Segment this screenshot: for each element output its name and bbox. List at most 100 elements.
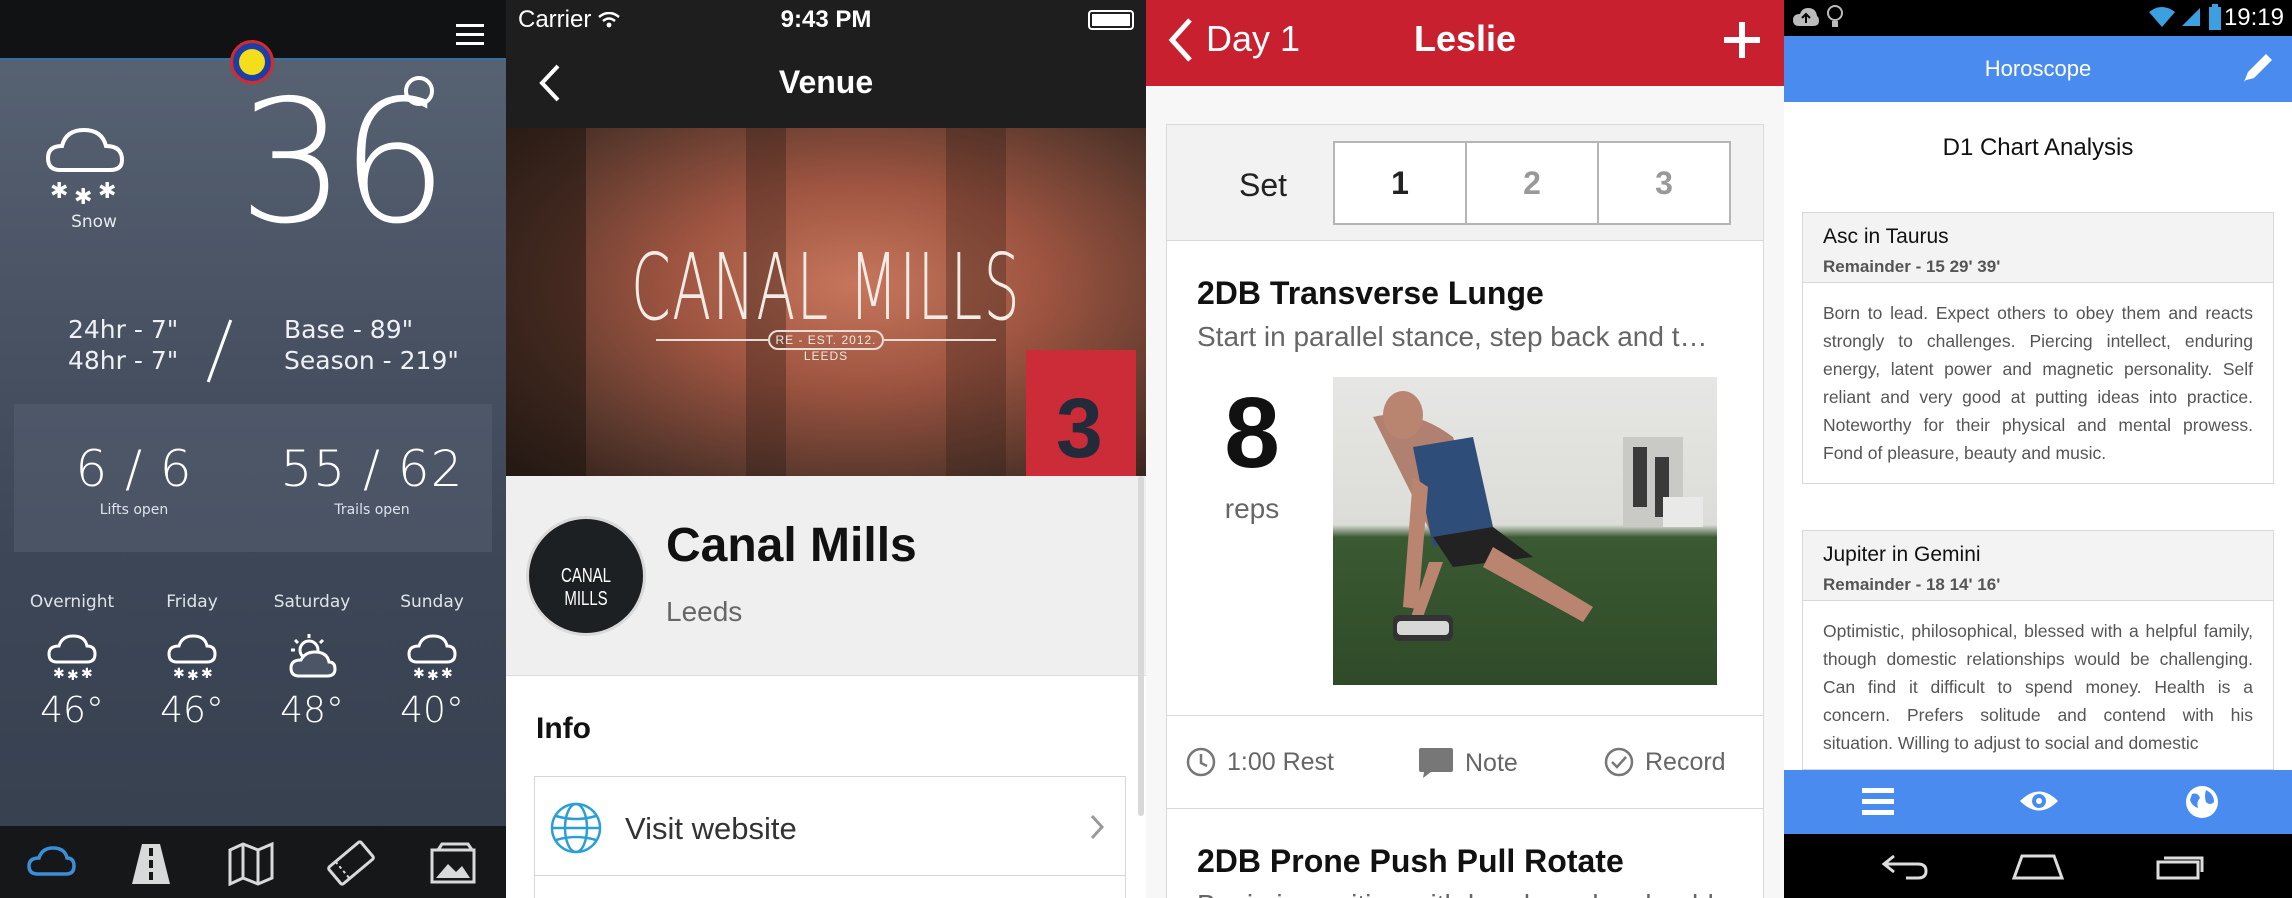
list-menu-icon[interactable] <box>1860 784 1896 818</box>
exercise-actions: 1:00 Rest Note Record <box>1167 715 1763 809</box>
forecast-item: Sunday ✱ ✱ ✱ 40° <box>382 592 482 731</box>
workout-header: Day 1 Leslie <box>1146 0 1784 86</box>
degree-symbol <box>404 76 434 106</box>
forecast-item: Saturday 48° <box>262 592 362 731</box>
snow-depth: Base - 89" Season - 219" <box>284 314 459 376</box>
svg-text:✱: ✱ <box>441 666 453 682</box>
home-icon[interactable] <box>2012 852 2064 880</box>
reps-display: 8 reps <box>1197 383 1307 525</box>
hero-subtitle-text: RE - EST. 2012. LEEDS <box>768 330 884 363</box>
svg-text:✱: ✱ <box>187 668 199 682</box>
venue-hero-image: CANAL MILLS RE - EST. 2012. LEEDS 3 <box>506 128 1146 476</box>
forecast-temp: 48° <box>280 690 344 731</box>
next-exercise-title[interactable]: 2DB Prone Push Pull Rotate <box>1197 843 1624 880</box>
set-button-2[interactable]: 2 <box>1465 141 1599 225</box>
snow-cloud-icon: ✱ ✱ ✱ <box>45 127 125 210</box>
svg-text:✱: ✱ <box>98 179 116 204</box>
ticket-icon[interactable] <box>326 840 376 886</box>
recent-apps-icon[interactable] <box>2156 852 2206 880</box>
lifts-stat: 6 / 6 Lifts open <box>34 440 234 518</box>
photo-icon[interactable] <box>428 840 478 886</box>
globe-icon[interactable] <box>2184 784 2220 820</box>
back-icon[interactable] <box>1880 852 1930 880</box>
workout-app: Day 1 Leslie Set 1 2 3 2DB Transverse Lu… <box>1146 0 1784 898</box>
venue-name: Canal Mills <box>666 519 917 572</box>
next-row[interactable] <box>534 876 1126 898</box>
svg-text:✱: ✱ <box>81 666 93 682</box>
svg-text:✱: ✱ <box>50 179 68 204</box>
lunge-figure-illustration <box>1373 391 1703 641</box>
card-header: Asc in Taurus Remainder - 15 29' 39' <box>1803 213 2273 283</box>
wifi-icon <box>2149 7 2175 27</box>
svg-text:✱: ✱ <box>173 666 185 682</box>
pencil-icon[interactable] <box>2238 48 2278 88</box>
snow-icon: ✱ ✱ ✱ <box>47 634 97 682</box>
set-label: Set <box>1239 167 1288 203</box>
hamburger-menu-icon[interactable] <box>456 24 484 46</box>
card-header: Jupiter in Gemini Remainder - 18 14' 16' <box>1803 531 2273 601</box>
lifts-value: 6 / 6 <box>75 440 193 498</box>
status-time: 19:19 <box>2223 4 2284 31</box>
forecast-day: Sunday <box>400 592 464 612</box>
trails-stat: 55 / 62 Trails open <box>272 440 472 518</box>
signal-icon <box>2182 8 2200 26</box>
weather-app: ✱ ✱ ✱ Snow 36 24hr - 7" 48hr - 7" Base - 8… <box>0 0 506 898</box>
hero-title: CANAL MILLS <box>631 234 1021 341</box>
exercise-card: Set 1 2 3 2DB Transverse Lunge Start in … <box>1166 124 1764 898</box>
forecast-day: Overnight <box>29 592 115 612</box>
trails-label: Trails open <box>334 502 410 518</box>
record-button[interactable]: Record <box>1603 746 1726 778</box>
current-condition: Snow <box>71 212 117 232</box>
analysis-card: Asc in Taurus Remainder - 15 29' 39' Bor… <box>1802 212 2274 484</box>
horoscope-bottom-nav <box>1784 770 2292 834</box>
page-title: Venue <box>778 64 874 100</box>
reps-unit: reps <box>1224 493 1280 524</box>
rest-label: 1:00 Rest <box>1227 747 1335 776</box>
add-icon[interactable] <box>1722 20 1762 60</box>
status-time: 9:43 PM <box>780 6 872 33</box>
svg-text:✱: ✱ <box>201 666 213 682</box>
road-icon[interactable] <box>126 840 176 886</box>
exercise-title[interactable]: 2DB Transverse Lunge <box>1197 275 1544 312</box>
chevron-right-icon <box>1090 814 1105 840</box>
weather-cloud-icon[interactable] <box>26 840 76 886</box>
rest-timer[interactable]: 1:00 Rest <box>1185 746 1334 778</box>
record-label: Record <box>1645 747 1726 776</box>
snow-48hr: 48hr - 7" <box>68 346 179 375</box>
exercise-description: Start in parallel stance, step back and … <box>1197 321 1708 352</box>
scrollbar[interactable] <box>1138 476 1144 816</box>
card-body: Optimistic, philosophical, blessed with … <box>1823 621 2253 753</box>
svg-text:✱: ✱ <box>413 666 425 682</box>
speech-bubble-icon <box>1419 748 1453 778</box>
globe-icon <box>550 802 602 854</box>
svg-text:✱: ✱ <box>427 668 439 682</box>
lightbulb-icon <box>1827 5 1843 27</box>
divider-slash <box>206 319 233 383</box>
ios-status-bar: Carrier 9:43 PM <box>506 0 1146 40</box>
note-button[interactable]: Note <box>1417 746 1518 780</box>
set-button-1[interactable]: 1 <box>1333 141 1467 225</box>
snow-base: Base - 89" <box>284 315 414 344</box>
card-subtitle: Remainder - 15 29' 39' <box>1823 257 2001 276</box>
card-title: Asc in Taurus <box>1823 225 1949 248</box>
eye-icon[interactable] <box>2018 784 2060 818</box>
venue-city: Leeds <box>666 596 743 627</box>
map-icon[interactable] <box>226 840 276 886</box>
clock-icon <box>1186 747 1216 777</box>
page-title: Leslie <box>1413 18 1517 59</box>
chart-heading: D1 Chart Analysis <box>1942 134 2134 161</box>
card-subtitle: Remainder - 18 14' 16' <box>1823 575 2001 594</box>
reps-value: 8 <box>1224 377 1280 489</box>
battery-icon <box>2209 4 2221 30</box>
trails-value: 55 / 62 <box>280 440 464 498</box>
red-sign: 3 <box>1026 350 1136 476</box>
forecast-item: Overnight ✱ ✱ ✱ 46° <box>22 592 122 731</box>
visit-website-row[interactable]: Visit website <box>534 776 1126 876</box>
info-heading: Info <box>536 712 591 745</box>
forecast-day: Friday <box>166 592 218 612</box>
venue-avatar: CANAL MILLS <box>526 516 646 636</box>
snowfall-recent: 24hr - 7" 48hr - 7" <box>68 314 178 376</box>
forecast-temp: 40° <box>400 690 464 731</box>
exercise-photo[interactable] <box>1333 377 1717 685</box>
set-button-3[interactable]: 3 <box>1597 141 1731 225</box>
